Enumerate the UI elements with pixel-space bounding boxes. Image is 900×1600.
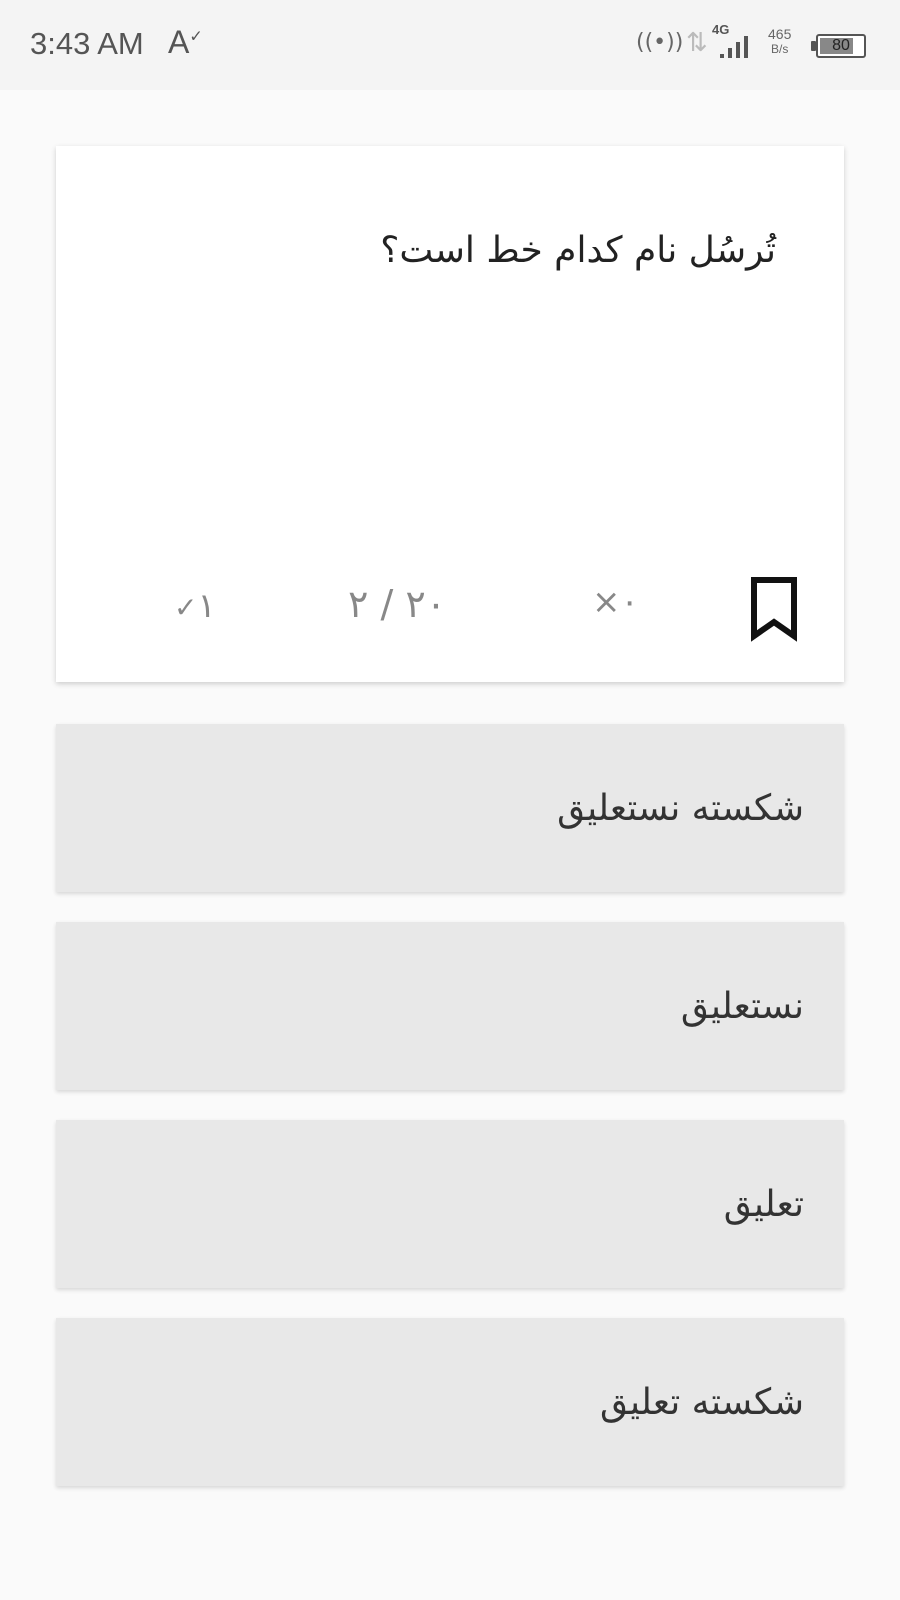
wrong-count-value: ۰ (620, 582, 639, 622)
close-icon: × (592, 582, 621, 622)
battery-icon: 80 (816, 34, 866, 58)
bookmark-icon (751, 577, 797, 642)
battery-level: 80 (832, 37, 850, 54)
network-type-label: 4G (712, 22, 730, 37)
answer-option-3[interactable]: تعلیق (56, 1120, 844, 1288)
speed-unit: B/s (771, 42, 789, 56)
status-right-group: ((•)) ⇅ 4G 465 B/s 80 (600, 0, 900, 90)
status-bar: 3:43 AM A✓ ((•)) ⇅ 4G 465 B/s 80 (0, 0, 900, 90)
question-card: تُرسُل نام کدام خط است؟ ✓۱ ۲ / ۲۰ ×۰ (56, 146, 844, 682)
wrong-count: ×۰ (592, 582, 639, 622)
answer-option-label: نستعلیق (680, 985, 804, 1027)
answer-option-1[interactable]: شکسته نستعلیق (56, 724, 844, 892)
speed-value: 465 (768, 26, 792, 42)
status-time: 3:43 AM (30, 26, 144, 61)
answer-option-label: شکسته نستعلیق (557, 787, 804, 829)
question-progress: ۲ / ۲۰ (348, 582, 447, 626)
answer-option-2[interactable]: نستعلیق (56, 922, 844, 1090)
signal-icon (720, 36, 748, 58)
answer-option-label: شکسته تعلیق (600, 1381, 804, 1423)
data-arrows-icon: ⇅ (686, 28, 708, 58)
answer-option-4[interactable]: شکسته تعلیق (56, 1318, 844, 1486)
correct-count: ✓۱ (174, 586, 216, 626)
hotspot-icon: ((•)) (636, 30, 684, 55)
answer-option-label: تعلیق (723, 1183, 804, 1225)
question-text: تُرسُل نام کدام خط است؟ (380, 230, 776, 271)
accessibility-icon: A✓ (168, 24, 203, 60)
bookmark-button[interactable] (746, 576, 802, 642)
check-icon: ✓ (174, 591, 198, 624)
correct-count-value: ۱ (197, 586, 216, 626)
network-speed: 465 B/s (768, 26, 791, 56)
